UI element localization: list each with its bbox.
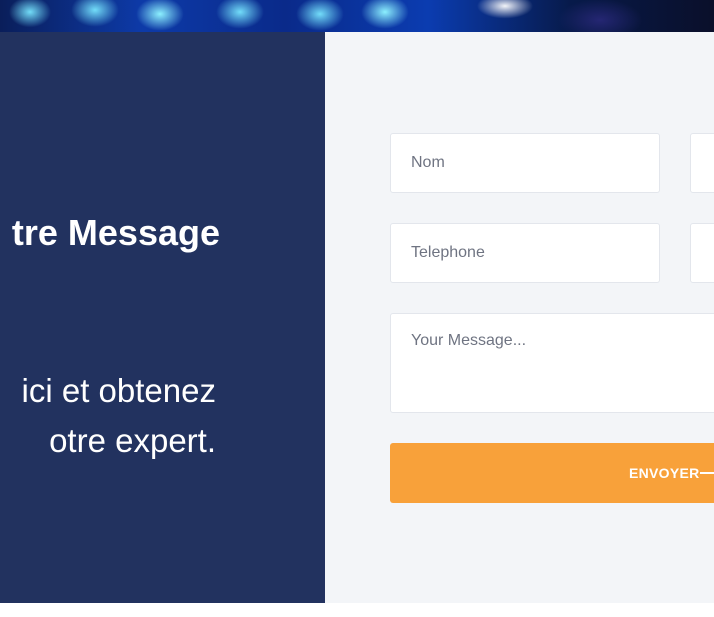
phone-field[interactable]: [390, 223, 660, 283]
intro-line-1: ici et obtenez: [21, 372, 216, 409]
message-field[interactable]: [390, 313, 714, 413]
second-column-field-top[interactable]: [690, 133, 714, 193]
section-intro: ici et obtenez otre expert.: [0, 366, 216, 466]
arrow-line-icon: [700, 472, 714, 474]
contact-section: tre Message ici et obtenez otre expert. …: [0, 0, 714, 617]
send-button[interactable]: ENVOYER: [390, 443, 714, 503]
intro-line-2: otre expert.: [49, 422, 216, 459]
page-bottom-background: [0, 603, 714, 617]
send-button-label: ENVOYER: [629, 465, 700, 481]
contact-info-panel: tre Message ici et obtenez otre expert.: [0, 32, 325, 603]
name-field[interactable]: [390, 133, 660, 193]
section-title: tre Message: [11, 212, 220, 253]
hero-banner-image: [0, 0, 714, 32]
second-column-field-bottom[interactable]: [690, 223, 714, 283]
